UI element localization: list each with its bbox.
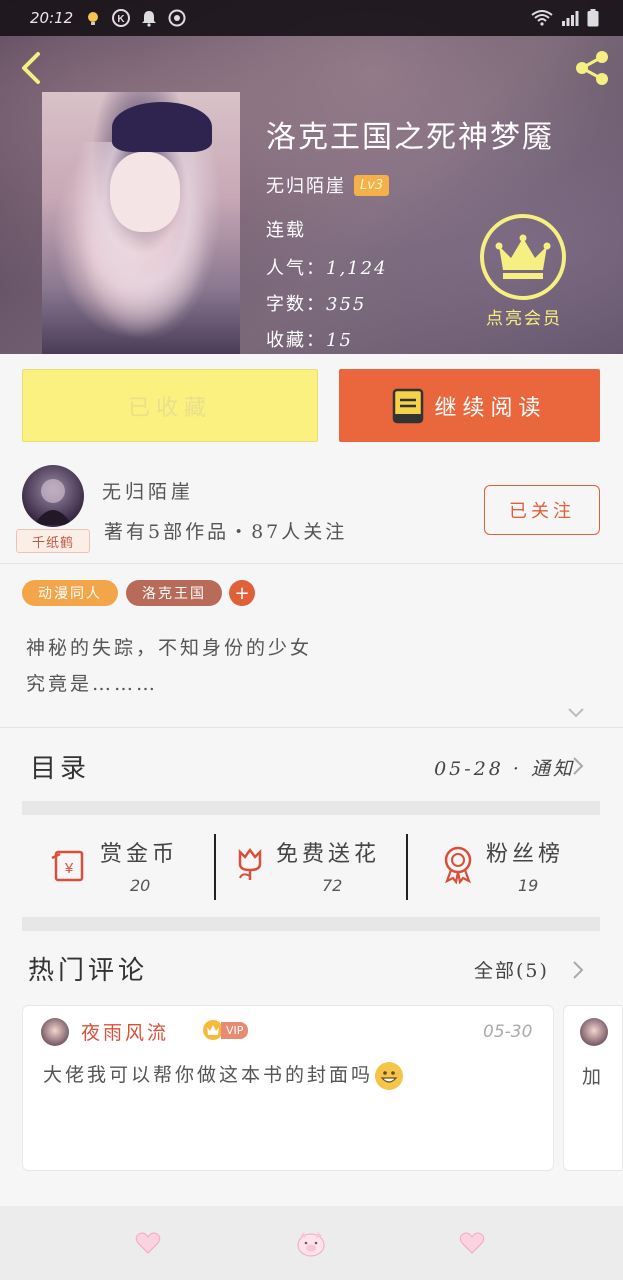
- reward-coin-icon: ¥: [50, 844, 90, 884]
- book-word-count: 字数：355: [266, 290, 366, 316]
- comment-text-row: 大佬我可以帮你做这本书的封面吗: [43, 1060, 404, 1090]
- bell-icon: [139, 8, 159, 28]
- hot-comments-title: 热门评论: [28, 956, 149, 986]
- status-bar: 20:12 K: [0, 0, 623, 36]
- book-title: 洛克王国之死神梦魇: [266, 120, 554, 155]
- heart-icon[interactable]: [459, 1231, 485, 1255]
- cover-art-hat: [112, 102, 212, 152]
- chevron-right-icon[interactable]: [570, 754, 586, 778]
- k-app-icon: K: [111, 8, 131, 28]
- stat-reward-coins[interactable]: ¥ 赏金币 20: [50, 832, 200, 902]
- book-cover[interactable]: [42, 92, 240, 354]
- word-count-label: 字数：: [266, 294, 326, 315]
- vip-crown-button[interactable]: [480, 214, 566, 300]
- book-author[interactable]: 无归陌崖: [266, 172, 346, 198]
- stat-label: 赏金币: [100, 842, 179, 867]
- commenter-avatar[interactable]: [41, 1018, 69, 1046]
- comment-card[interactable]: 夜雨风流 VIP 05-30 大佬我可以帮你做这本书的封面吗: [22, 1005, 554, 1171]
- all-comments-link[interactable]: 全部(5): [474, 956, 549, 983]
- stat-separator: [406, 834, 408, 900]
- stat-value: 72: [322, 876, 343, 895]
- tag-anime-fanfic[interactable]: 动漫同人: [22, 580, 118, 606]
- vip-badge: VIP: [203, 1020, 249, 1040]
- status-right: [531, 9, 599, 27]
- signal-icon: [562, 11, 579, 26]
- crown-icon: [203, 1020, 223, 1040]
- stat-label: 粉丝榜: [486, 842, 565, 867]
- back-button[interactable]: [16, 48, 46, 88]
- continue-reading-button[interactable]: 继续阅读: [339, 369, 600, 442]
- chevron-down-icon[interactable]: [566, 702, 586, 722]
- commenter-avatar: [580, 1018, 608, 1046]
- catalog-update[interactable]: 05-28 · 通知: [434, 754, 575, 781]
- bottom-bar: [0, 1206, 623, 1280]
- stat-free-flowers[interactable]: 免费送花 72: [230, 832, 400, 902]
- book-favorites: 收藏：15: [266, 326, 353, 352]
- vip-badge-text: VIP: [221, 1021, 249, 1039]
- medal-icon: [438, 844, 478, 885]
- word-count-value: 355: [326, 294, 367, 315]
- crown-icon: [495, 234, 551, 279]
- pig-face-icon[interactable]: [296, 1231, 326, 1257]
- author-avatar[interactable]: [22, 465, 84, 527]
- sync-icon: [167, 8, 187, 28]
- book-author-row: 无归陌崖 Lv3: [266, 172, 390, 198]
- vip-label[interactable]: 点亮会员: [474, 304, 574, 329]
- add-tag-button[interactable]: +: [229, 580, 255, 606]
- stat-label: 免费送花: [276, 842, 381, 867]
- follow-button[interactable]: 已关注: [484, 485, 600, 535]
- grinning-emoji-icon: [375, 1062, 404, 1090]
- battery-icon: [587, 9, 599, 27]
- favorites-value: 15: [326, 330, 353, 351]
- author-avatar-tag: 千纸鹤: [16, 529, 90, 553]
- comment-card-next[interactable]: 加: [563, 1005, 623, 1171]
- author-level-badge: Lv3: [354, 174, 390, 196]
- comment-text: 大佬我可以帮你做这本书的封面吗: [43, 1064, 374, 1086]
- stat-fan-ranking[interactable]: 粉丝榜 19: [438, 832, 578, 902]
- commenter-name[interactable]: 夜雨风流: [81, 1018, 169, 1045]
- comment-date: 05-30: [483, 1022, 533, 1042]
- svg-text:K: K: [118, 14, 126, 25]
- heart-icon[interactable]: [135, 1231, 161, 1255]
- divider: [0, 727, 623, 728]
- favorites-label: 收藏：: [266, 330, 326, 351]
- popularity-label: 人气：: [266, 258, 326, 279]
- book-synopsis: 神秘的失踪，不知身份的少女 究竟是………: [26, 637, 313, 695]
- section-separator: [22, 801, 600, 815]
- share-button[interactable]: [572, 48, 612, 88]
- divider: [0, 563, 623, 564]
- lightbulb-icon: [83, 8, 103, 28]
- chevron-right-icon[interactable]: [570, 958, 586, 982]
- wifi-icon: [531, 10, 553, 26]
- tag-roco-kingdom[interactable]: 洛克王国: [126, 580, 222, 606]
- svg-text:¥: ¥: [64, 860, 74, 877]
- flower-icon: [230, 844, 270, 884]
- author-card: 千纸鹤 无归陌崖 著有5部作品・87人关注 已关注: [0, 455, 623, 563]
- comment-text-peek: 加: [582, 1066, 602, 1088]
- section-separator: [22, 917, 600, 931]
- book-popularity: 人气：1,124: [266, 254, 388, 280]
- popularity-value: 1,124: [326, 258, 388, 279]
- stat-value: 19: [518, 876, 539, 895]
- continue-reading-label: 继续阅读: [434, 395, 547, 421]
- status-time: 20:12: [30, 9, 74, 27]
- cover-art-face: [110, 152, 180, 232]
- author-card-name[interactable]: 无归陌崖: [102, 477, 194, 504]
- book-icon: [393, 388, 424, 423]
- stat-separator: [214, 834, 216, 900]
- catalog-title[interactable]: 目录: [30, 748, 90, 785]
- author-card-info: 著有5部作品・87人关注: [104, 521, 348, 543]
- book-header: 20:12 K 洛克王国之死神梦魇 无归陌崖 Lv3 连载 人气：1,124 字…: [0, 0, 623, 354]
- book-status: 连载: [266, 220, 306, 241]
- collected-button[interactable]: 已收藏: [22, 369, 318, 442]
- stat-value: 20: [130, 876, 151, 895]
